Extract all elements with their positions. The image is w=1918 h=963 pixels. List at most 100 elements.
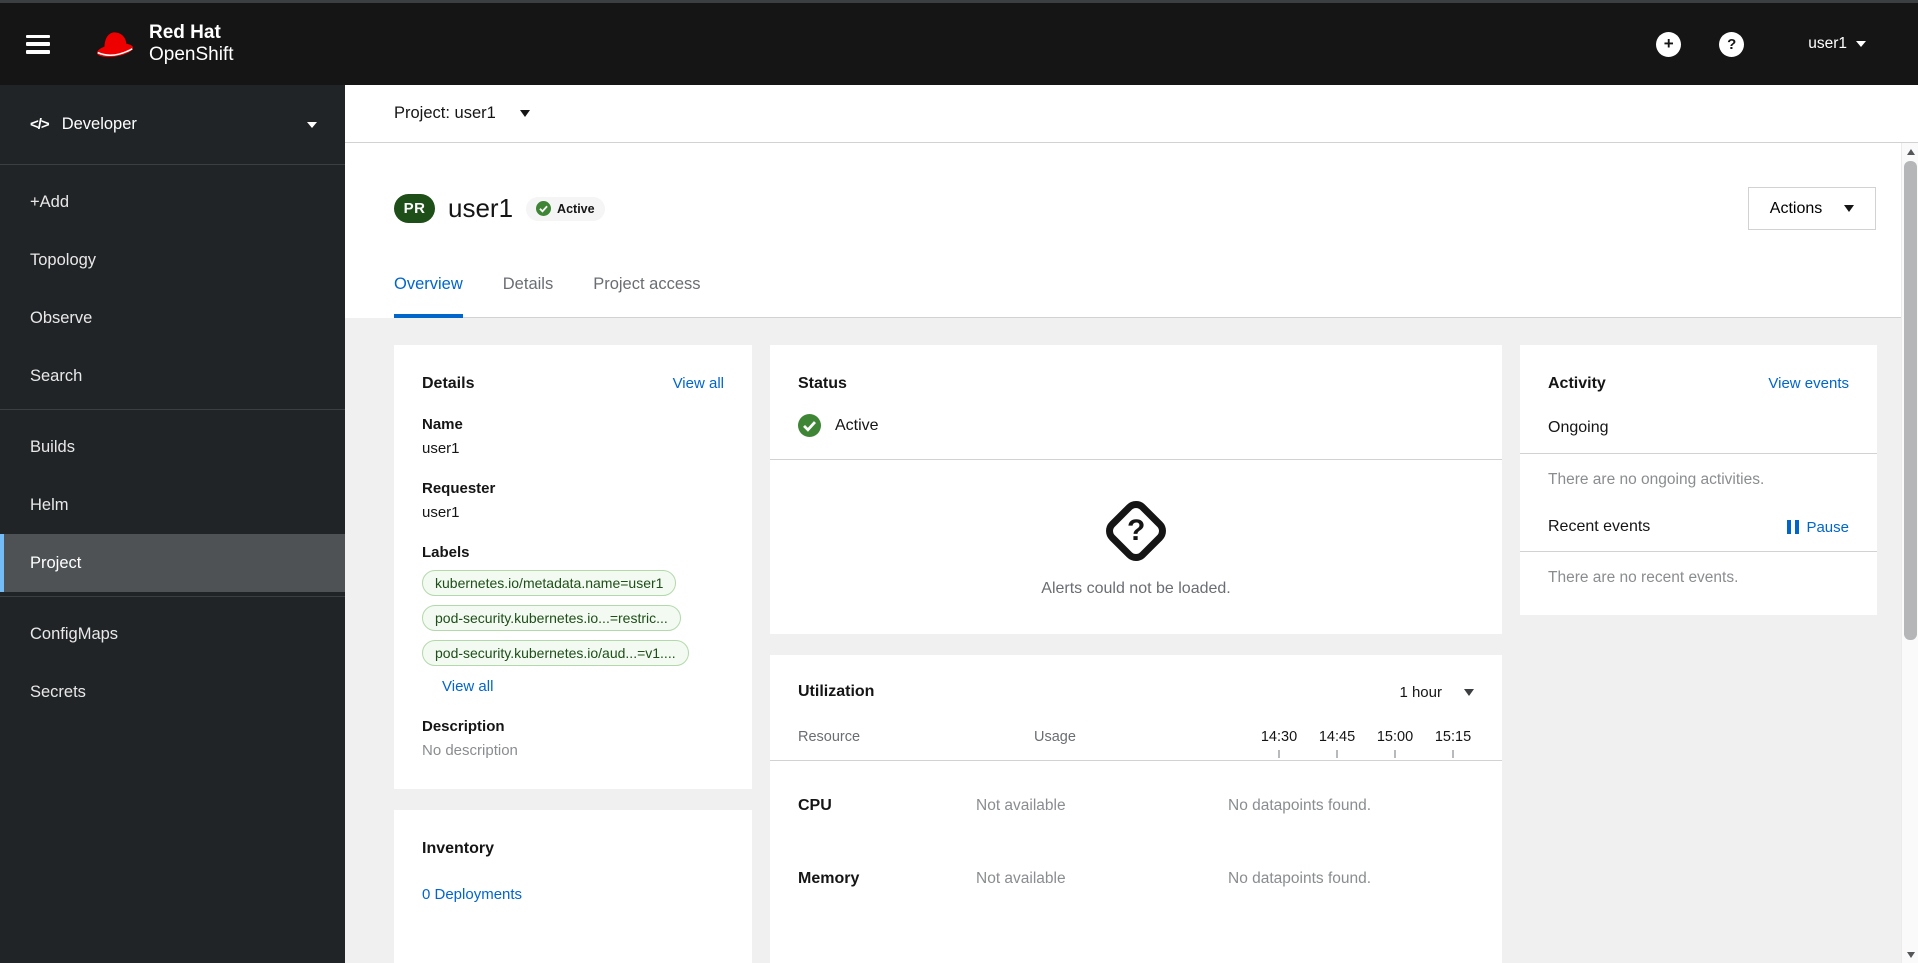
status-badge: Active bbox=[526, 196, 605, 221]
project-resource-badge: PR bbox=[394, 194, 435, 223]
pause-label: Pause bbox=[1806, 518, 1849, 536]
tab-overview[interactable]: Overview bbox=[394, 255, 463, 318]
page-title: user1 bbox=[448, 193, 514, 223]
details-view-all-link[interactable]: View all bbox=[673, 375, 724, 392]
resource-name: CPU bbox=[798, 797, 832, 814]
chevron-down-icon bbox=[1844, 205, 1855, 212]
chevron-down-icon bbox=[307, 121, 317, 128]
brand-name: Red Hat bbox=[149, 22, 221, 43]
sidebar-item-project[interactable]: Project bbox=[0, 534, 345, 592]
masthead: Red Hat OpenShift + ? user1 bbox=[0, 0, 1918, 85]
duration-value: 1 hour bbox=[1399, 683, 1442, 701]
time-axis: 14:30 14:45 15:00 15:15 bbox=[1200, 729, 1474, 758]
sidebar-item-secrets[interactable]: Secrets bbox=[0, 663, 345, 721]
sidebar-item-observe[interactable]: Observe bbox=[0, 289, 345, 347]
sidebar: </> Developer +Add Topology Observe Sear… bbox=[0, 85, 345, 963]
sidebar-item-topology[interactable]: Topology bbox=[0, 231, 345, 289]
sidebar-nav: +Add Topology Observe Search Builds Helm… bbox=[0, 165, 345, 721]
redhat-hat-icon bbox=[96, 32, 134, 58]
check-circle-icon bbox=[798, 414, 821, 437]
time-tick: 15:00 bbox=[1374, 729, 1416, 758]
resource-column-header: Resource bbox=[798, 729, 861, 745]
label-pill[interactable]: pod-security.kubernetes.io...=restric... bbox=[422, 605, 681, 631]
utilization-card: Utilization 1 hour Resource Usage 14:30 … bbox=[770, 655, 1502, 963]
name-value: user1 bbox=[422, 440, 460, 457]
status-state: Active bbox=[835, 416, 879, 434]
recent-events-heading: Recent events bbox=[1548, 518, 1651, 535]
tab-bar: Overview Details Project access bbox=[394, 255, 1901, 318]
inventory-card-title: Inventory bbox=[422, 840, 495, 857]
requester-value: user1 bbox=[422, 504, 460, 521]
labels-view-all-link[interactable]: View all bbox=[442, 678, 493, 695]
pause-events-button[interactable]: Pause bbox=[1786, 518, 1849, 536]
duration-select[interactable]: 1 hour bbox=[1399, 684, 1474, 701]
label-pill[interactable]: kubernetes.io/metadata.name=user1 bbox=[422, 570, 677, 596]
label-pill[interactable]: pod-security.kubernetes.io/aud...=v1.... bbox=[422, 640, 689, 666]
check-circle-icon bbox=[536, 201, 552, 216]
pause-icon bbox=[1786, 520, 1800, 534]
time-tick: 14:45 bbox=[1316, 729, 1358, 758]
description-value: No description bbox=[422, 742, 518, 759]
tab-details[interactable]: Details bbox=[503, 255, 553, 318]
vertical-scrollbar[interactable] bbox=[1901, 143, 1918, 963]
user-menu[interactable]: user1 bbox=[1808, 35, 1866, 53]
tab-project-access[interactable]: Project access bbox=[593, 255, 700, 318]
sidebar-item-helm[interactable]: Helm bbox=[0, 476, 345, 534]
project-selector-label: Project: user1 bbox=[394, 104, 496, 122]
inventory-deployments-link[interactable]: 0 Deployments bbox=[422, 886, 724, 903]
activity-card-title: Activity bbox=[1548, 375, 1606, 392]
perspective-switcher[interactable]: </> Developer bbox=[0, 85, 345, 165]
name-label: Name bbox=[422, 416, 463, 433]
scroll-area: PR user1 Active Actions Overview Details bbox=[345, 143, 1918, 963]
sidebar-item-configmaps[interactable]: ConfigMaps bbox=[0, 605, 345, 663]
time-tick: 15:15 bbox=[1432, 729, 1474, 758]
view-events-link[interactable]: View events bbox=[1768, 375, 1849, 392]
usage-value: Not available bbox=[976, 870, 1066, 887]
help-icon[interactable]: ? bbox=[1719, 31, 1745, 57]
scrollbar-down-arrow[interactable] bbox=[1902, 946, 1918, 963]
scrollbar-thumb[interactable] bbox=[1904, 161, 1917, 640]
sidebar-item-builds[interactable]: Builds bbox=[0, 418, 345, 476]
perspective-label: Developer bbox=[61, 115, 137, 133]
page-header: PR user1 Active Actions Overview Details bbox=[345, 143, 1901, 318]
sidebar-item-add[interactable]: +Add bbox=[0, 173, 345, 231]
chevron-down-icon bbox=[1856, 41, 1866, 47]
actions-button-label: Actions bbox=[1769, 199, 1823, 217]
activity-card: Activity View events Ongoing There are n… bbox=[1520, 345, 1877, 615]
utilization-card-title: Utilization bbox=[798, 683, 875, 700]
quick-create-plus-icon[interactable]: + bbox=[1656, 31, 1682, 57]
details-card: Details View all Name user1 Requester us… bbox=[394, 345, 752, 789]
labels-label: Labels bbox=[422, 544, 470, 561]
ongoing-heading: Ongoing bbox=[1548, 419, 1609, 436]
usage-column-header: Usage bbox=[1034, 729, 1076, 745]
unknown-question-icon: ? bbox=[1100, 495, 1172, 567]
status-badge-label: Active bbox=[557, 201, 595, 216]
recent-empty-message: There are no recent events. bbox=[1548, 569, 1739, 586]
utilization-row-cpu: CPU Not available No datapoints found. bbox=[770, 797, 1502, 815]
redhat-openshift-logo[interactable]: Red Hat OpenShift bbox=[92, 22, 234, 66]
resource-name: Memory bbox=[798, 870, 860, 887]
sidebar-divider bbox=[0, 596, 345, 597]
status-card: Status Active ? Alerts could not be load… bbox=[770, 345, 1502, 634]
code-icon: </> bbox=[30, 116, 50, 133]
utilization-row-memory: Memory Not available No datapoints found… bbox=[770, 870, 1502, 888]
sidebar-divider bbox=[0, 409, 345, 410]
description-label: Description bbox=[422, 718, 505, 735]
project-selector[interactable]: Project: user1 bbox=[394, 104, 530, 123]
nav-toggle-hamburger-icon[interactable] bbox=[26, 34, 50, 54]
overview-dashboard: Details View all Name user1 Requester us… bbox=[345, 318, 1901, 963]
details-card-title: Details bbox=[422, 375, 475, 392]
requester-label: Requester bbox=[422, 480, 496, 497]
main-area: Project: user1 PR user1 Active Actions O… bbox=[345, 85, 1918, 963]
chevron-down-icon bbox=[1464, 688, 1474, 696]
status-card-title: Status bbox=[798, 375, 847, 392]
product-name: OpenShift bbox=[149, 44, 234, 65]
scrollbar-up-arrow[interactable] bbox=[1902, 143, 1918, 160]
time-tick: 14:30 bbox=[1258, 729, 1300, 758]
actions-button[interactable]: Actions bbox=[1748, 187, 1876, 230]
chart-empty-message: No datapoints found. bbox=[1228, 797, 1372, 814]
ongoing-empty-message: There are no ongoing activities. bbox=[1548, 471, 1765, 488]
sidebar-item-search[interactable]: Search bbox=[0, 347, 345, 405]
usage-value: Not available bbox=[976, 797, 1066, 814]
chart-empty-message: No datapoints found. bbox=[1228, 870, 1372, 887]
